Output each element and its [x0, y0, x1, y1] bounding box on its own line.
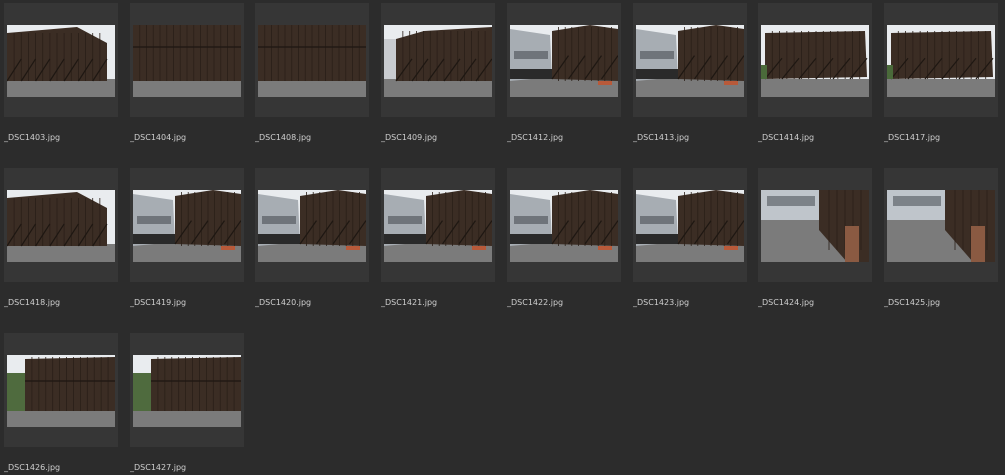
thumbnail-cell[interactable] — [130, 168, 244, 282]
thumbnail-cell[interactable] — [507, 3, 621, 117]
thumbnail-image[interactable] — [258, 190, 366, 262]
thumbnail-cell[interactable] — [255, 168, 369, 282]
thumbnail-cell[interactable] — [4, 333, 118, 447]
thumbnail-filename[interactable]: _DSC1424.jpg — [758, 296, 876, 310]
thumbnail-cell[interactable] — [4, 3, 118, 117]
thumbnail-image[interactable] — [636, 25, 744, 97]
thumbnail-filename[interactable]: _DSC1409.jpg — [381, 131, 499, 145]
thumbnail-cell[interactable] — [381, 168, 495, 282]
thumbnail-image[interactable] — [510, 190, 618, 262]
thumbnail-filename[interactable]: _DSC1427.jpg — [130, 461, 248, 475]
thumbnail-filename[interactable]: _DSC1417.jpg — [884, 131, 1002, 145]
thumbnail-filename[interactable]: _DSC1425.jpg — [884, 296, 1002, 310]
thumbnail-cell[interactable] — [758, 3, 872, 117]
thumbnail-image[interactable] — [7, 25, 115, 97]
thumbnail-image[interactable] — [510, 25, 618, 97]
thumbnail-cell[interactable] — [507, 168, 621, 282]
thumbnail-filename[interactable]: _DSC1420.jpg — [255, 296, 373, 310]
thumbnail-cell[interactable] — [884, 3, 998, 117]
thumbnail-image[interactable] — [384, 25, 492, 97]
thumbnail-grid: _DSC1403.jpg _DSC1404.jpg _DSC1408.jpg _DSC… — [4, 3, 1004, 472]
thumbnail-filename[interactable]: _DSC1403.jpg — [4, 131, 122, 145]
thumbnail-cell[interactable] — [758, 168, 872, 282]
thumbnail-image[interactable] — [7, 355, 115, 427]
thumbnail-filename[interactable]: _DSC1426.jpg — [4, 461, 122, 475]
thumbnail-cell[interactable] — [130, 3, 244, 117]
thumbnail-filename[interactable]: _DSC1419.jpg — [130, 296, 248, 310]
thumbnail-cell[interactable] — [633, 3, 747, 117]
thumbnail-image[interactable] — [133, 190, 241, 262]
thumbnail-filename[interactable]: _DSC1423.jpg — [633, 296, 751, 310]
thumbnail-filename[interactable]: _DSC1421.jpg — [381, 296, 499, 310]
thumbnail-image[interactable] — [636, 190, 744, 262]
thumbnail-cell[interactable] — [381, 3, 495, 117]
thumbnail-image[interactable] — [887, 25, 995, 97]
thumbnail-image[interactable] — [761, 25, 869, 97]
thumbnail-image[interactable] — [887, 190, 995, 262]
thumbnail-image[interactable] — [384, 190, 492, 262]
thumbnail-filename[interactable]: _DSC1404.jpg — [130, 131, 248, 145]
thumbnail-filename[interactable]: _DSC1418.jpg — [4, 296, 122, 310]
thumbnail-filename[interactable]: _DSC1414.jpg — [758, 131, 876, 145]
thumbnail-filename[interactable]: _DSC1413.jpg — [633, 131, 751, 145]
thumbnail-cell[interactable] — [884, 168, 998, 282]
thumbnail-image[interactable] — [761, 190, 869, 262]
thumbnail-image[interactable] — [133, 355, 241, 427]
thumbnail-image[interactable] — [133, 25, 241, 97]
thumbnail-image[interactable] — [258, 25, 366, 97]
thumbnail-filename[interactable]: _DSC1422.jpg — [507, 296, 625, 310]
thumbnail-image[interactable] — [7, 190, 115, 262]
thumbnail-cell[interactable] — [255, 3, 369, 117]
thumbnail-filename[interactable]: _DSC1408.jpg — [255, 131, 373, 145]
thumbnail-cell[interactable] — [130, 333, 244, 447]
thumbnail-cell[interactable] — [633, 168, 747, 282]
thumbnail-filename[interactable]: _DSC1412.jpg — [507, 131, 625, 145]
thumbnail-cell[interactable] — [4, 168, 118, 282]
